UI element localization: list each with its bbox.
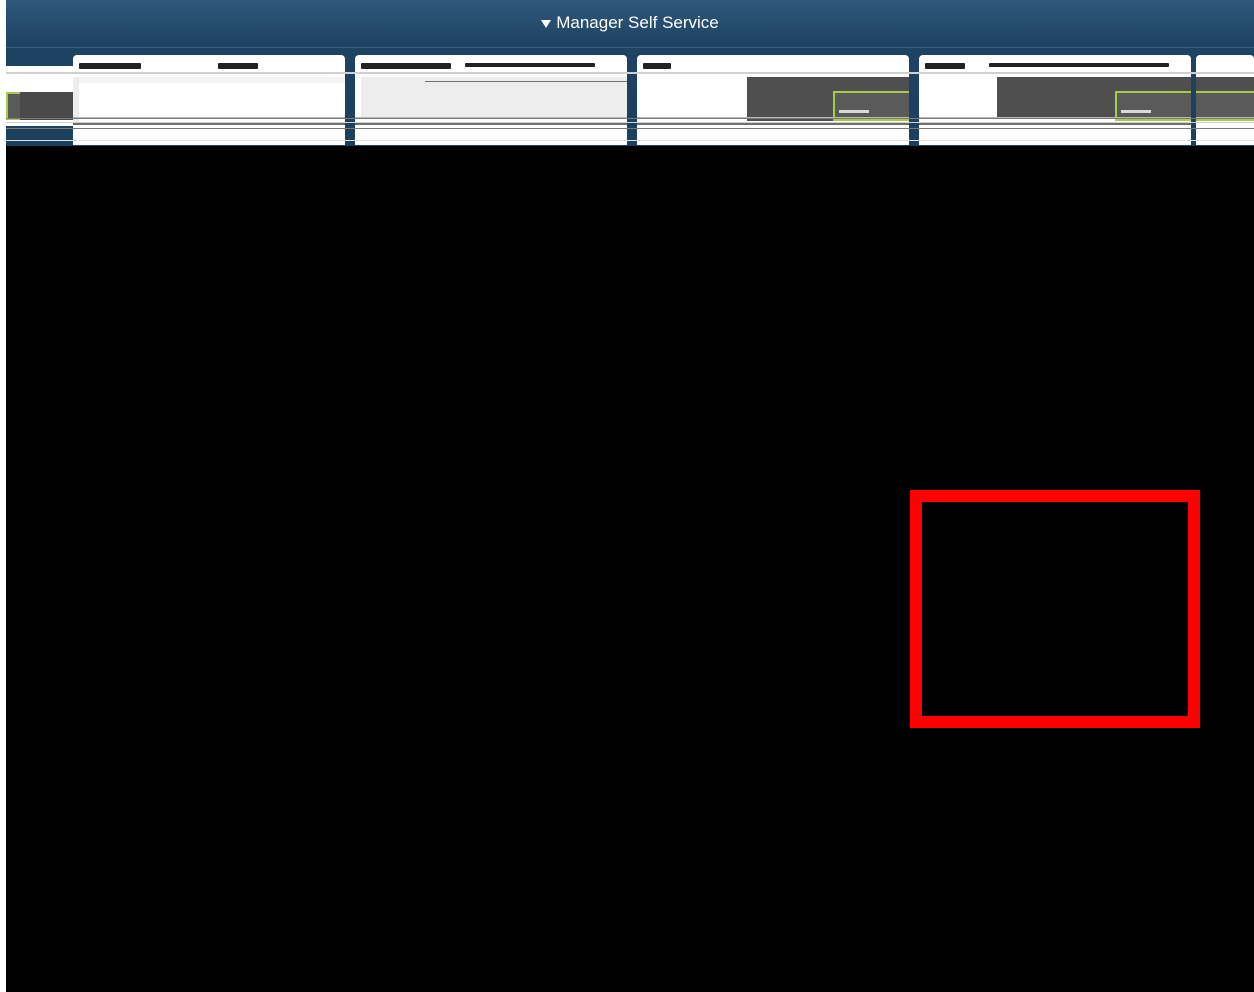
tile-preview-light xyxy=(925,77,995,117)
homepage-title: Manager Self Service xyxy=(556,13,719,32)
tile-title-placeholder xyxy=(465,63,595,67)
homepage-selector[interactable]: Manager Self Service xyxy=(6,10,1254,36)
tile-noise-line xyxy=(73,123,345,125)
tile-preview-light xyxy=(79,77,345,83)
tile-title-placeholder xyxy=(218,63,258,69)
tile-3[interactable] xyxy=(637,55,909,145)
tile-preview-light xyxy=(643,75,743,119)
page: Manager Self Service xyxy=(0,0,1254,992)
tile-title-placeholder xyxy=(79,63,141,69)
tile-preview-light xyxy=(361,77,627,117)
tile-1[interactable] xyxy=(73,55,345,145)
tile-noise-line xyxy=(637,123,909,125)
tile-title-placeholder xyxy=(989,63,1169,67)
left-partial-preview xyxy=(6,66,76,126)
left-dark-block xyxy=(20,92,76,120)
scan-artifact xyxy=(6,118,1254,119)
tile-frame-bar xyxy=(1121,110,1151,113)
tile-noise-line xyxy=(425,81,627,82)
tile-partial-right xyxy=(1196,55,1254,145)
tile-title-placeholder xyxy=(643,63,671,69)
scan-artifact xyxy=(6,140,1254,141)
scan-artifact xyxy=(6,122,1254,123)
caret-down-icon xyxy=(541,20,552,28)
tile-2[interactable] xyxy=(355,55,627,145)
scan-artifact xyxy=(6,128,1254,129)
highlight-box xyxy=(910,490,1200,728)
tile-noise-line xyxy=(355,123,627,125)
tile-title-placeholder xyxy=(361,63,451,69)
header-divider xyxy=(6,47,1254,48)
scan-artifact xyxy=(6,72,1254,74)
tile-frame-bar xyxy=(839,110,869,113)
tile-4[interactable] xyxy=(919,55,1191,145)
tile-title-placeholder xyxy=(925,63,965,69)
tile-noise-line xyxy=(919,123,1191,125)
